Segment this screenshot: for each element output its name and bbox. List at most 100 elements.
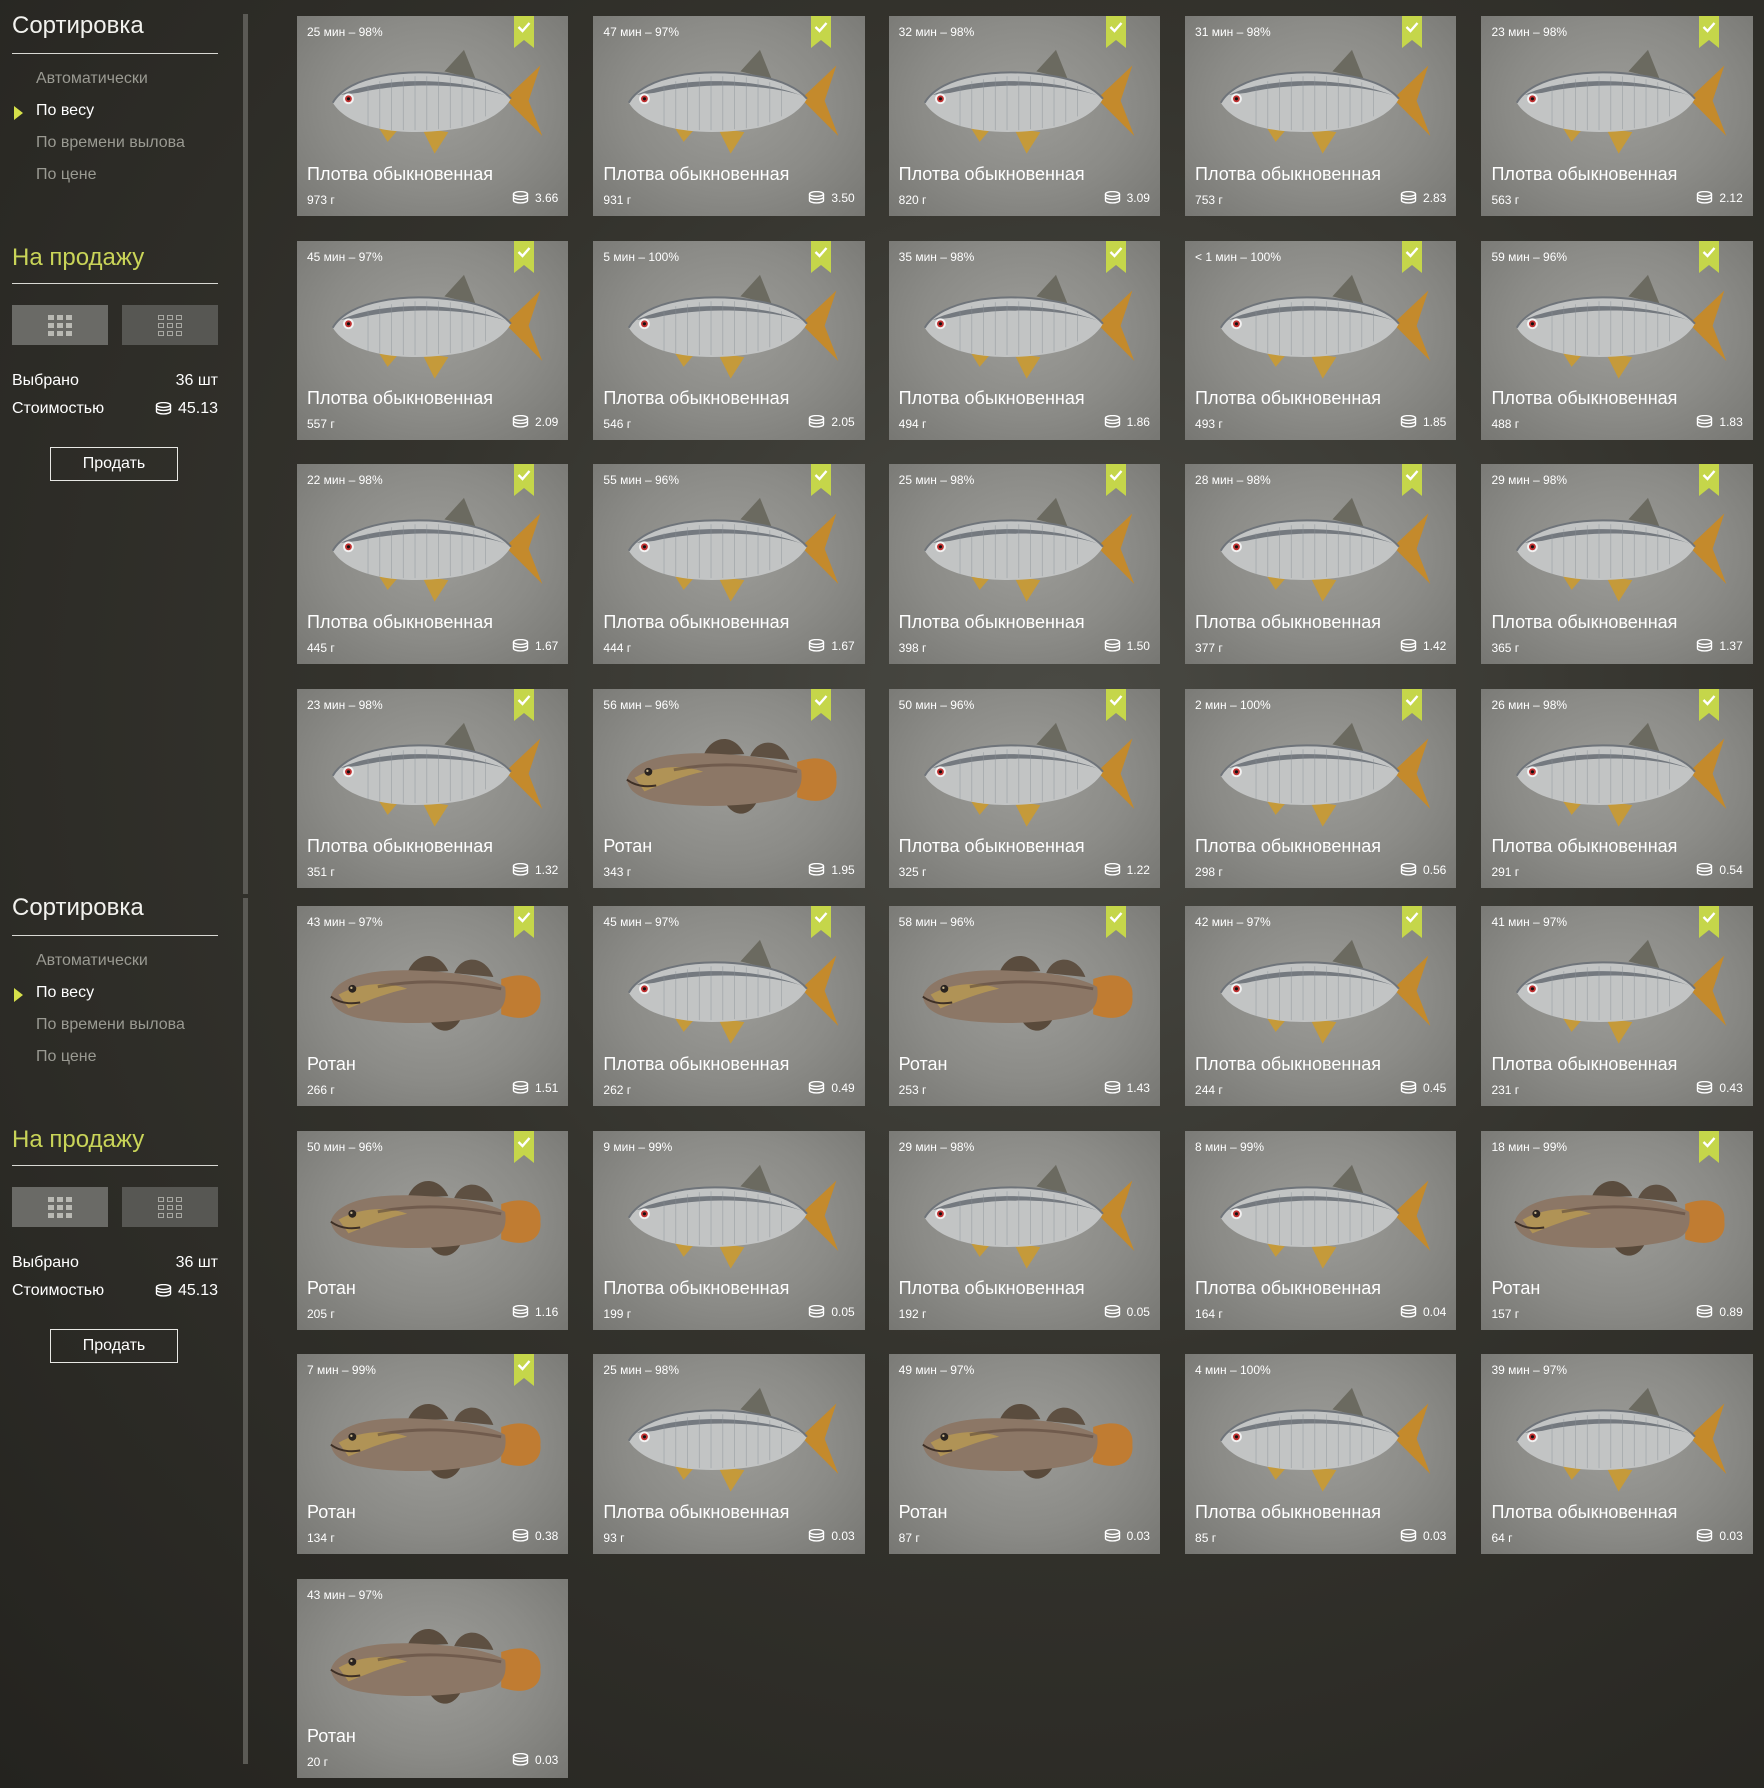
checkmark-bookmark-icon[interactable] [810, 688, 831, 721]
sort-option[interactable]: По весу [36, 102, 94, 120]
coin-stack-icon [1104, 638, 1121, 653]
grid-view-button[interactable] [12, 1187, 108, 1227]
fish-card[interactable]: 31 мин – 98% Плотва обыкновенная 753 г 2.83 [1185, 16, 1457, 216]
list-view-button[interactable] [122, 1187, 218, 1227]
fish-card[interactable]: 43 мин – 97% Ротан 266 г 1.51 [297, 906, 569, 1106]
checkmark-bookmark-icon[interactable] [1105, 688, 1126, 721]
checkmark-bookmark-icon[interactable] [1698, 688, 1719, 721]
checkmark-bookmark-icon[interactable] [810, 240, 831, 273]
fish-price: 2.12 [1696, 190, 1743, 205]
sort-option[interactable]: По весу [36, 984, 94, 1002]
checkmark-bookmark-icon[interactable] [514, 16, 535, 48]
list-view-button[interactable] [122, 305, 218, 345]
fish-card[interactable]: 29 мин – 98% Плотва обыкновенная 192 г 0.05 [888, 1130, 1160, 1331]
fish-card[interactable]: 49 мин – 97% Ротан 87 г 0.03 [888, 1354, 1160, 1554]
checkmark-bookmark-icon[interactable] [810, 464, 831, 497]
fish-card[interactable]: 4 мин – 100% Плотва обыкновенная 85 г 0.03 [1185, 1354, 1457, 1554]
checkmark-bookmark-icon[interactable] [514, 1130, 535, 1163]
fish-card[interactable]: 35 мин – 98% Плотва обыкновенная 494 г 1.86 [888, 240, 1160, 441]
checkmark-bookmark-icon[interactable] [1402, 240, 1423, 273]
checkmark-bookmark-icon[interactable] [1698, 240, 1719, 273]
fish-card[interactable]: 9 мин – 99% Плотва обыкновенная 199 г 0.05 [593, 1130, 865, 1331]
fish-name: Плотва обыкновенная [1195, 611, 1382, 632]
fish-card[interactable]: 45 мин – 97% Плотва обыкновенная 557 г 2.09 [297, 240, 569, 441]
sort-option[interactable]: По цене [36, 166, 96, 184]
checkmark-bookmark-icon[interactable] [810, 906, 831, 938]
sort-option[interactable]: Автоматически [36, 70, 148, 88]
fish-card[interactable]: 2 мин – 100% Плотва обыкновенная 298 г 0.56 [1185, 688, 1457, 889]
price-value: 2.12 [1719, 190, 1743, 205]
sell-button[interactable]: Продать [50, 1329, 178, 1363]
fish-card[interactable]: 5 мин – 100% Плотва обыкновенная 546 г 2.05 [593, 240, 865, 441]
checkmark-bookmark-icon[interactable] [1105, 16, 1126, 48]
fish-card[interactable]: 28 мин – 98% Плотва обыкновенная 377 г 1.42 [1185, 464, 1457, 664]
fish-card[interactable]: 26 мин – 98% Плотва обыкновенная 291 г 0.54 [1481, 688, 1753, 889]
fish-weight: 563 г [1491, 192, 1520, 207]
checkmark-bookmark-icon[interactable] [1698, 1130, 1719, 1163]
sort-option[interactable]: Автоматически [36, 952, 148, 970]
fish-weight: 546 г [603, 417, 632, 432]
fish-weight: 87 г [898, 1530, 920, 1545]
checkmark-bookmark-icon[interactable] [1105, 240, 1126, 273]
catch-time-freshness: 43 мин – 97% [307, 1587, 383, 1602]
sell-button[interactable]: Продать [50, 447, 178, 481]
fish-card[interactable]: 18 мин – 99% Ротан 157 г 0.89 [1481, 1130, 1753, 1331]
fish-card[interactable]: 25 мин – 98% Плотва обыкновенная 93 г 0.03 [593, 1354, 865, 1554]
fish-card[interactable]: 58 мин – 96% Ротан 253 г 1.43 [888, 906, 1160, 1106]
checkmark-bookmark-icon[interactable] [1105, 464, 1126, 497]
sort-option[interactable]: По времени вылова [36, 134, 185, 152]
checkmark-bookmark-icon[interactable] [1402, 688, 1423, 721]
fish-card[interactable]: 47 мин – 97% Плотва обыкновенная 931 г 3.50 [593, 16, 865, 216]
sort-option[interactable]: По времени вылова [36, 1016, 185, 1034]
grid-view-button[interactable] [12, 305, 108, 345]
fish-card[interactable]: 50 мин – 96% Ротан 205 г 1.16 [297, 1130, 569, 1331]
fish-card[interactable]: 50 мин – 96% Плотва обыкновенная 325 г 1.22 [888, 688, 1160, 889]
fish-price: 3.66 [512, 190, 558, 205]
fish-card[interactable]: 25 мин – 98% Плотва обыкновенная 398 г 1.50 [888, 464, 1160, 664]
checkmark-bookmark-icon[interactable] [514, 464, 535, 497]
coin-stack-icon [1104, 1305, 1121, 1319]
fish-card[interactable]: 41 мин – 97% Плотва обыкновенная 231 г 0.43 [1481, 906, 1753, 1106]
fish-card[interactable]: 42 мин – 97% Плотва обыкновенная 244 г 0.45 [1185, 906, 1457, 1106]
fish-card[interactable]: 25 мин – 98% Плотва обыкновенная 973 г 3.66 [297, 16, 569, 216]
fish-card[interactable]: 32 мин – 98% Плотва обыкновенная 820 г 3.09 [888, 16, 1160, 216]
checkmark-bookmark-icon[interactable] [1402, 906, 1423, 938]
fish-card[interactable]: 8 мин – 99% Плотва обыкновенная 164 г 0.04 [1185, 1130, 1457, 1331]
checkmark-bookmark-icon[interactable] [514, 906, 535, 938]
fish-card[interactable]: 29 мин – 98% Плотва обыкновенная 365 г 1.37 [1481, 464, 1753, 664]
checkmark-bookmark-icon[interactable] [1698, 16, 1719, 48]
fish-card[interactable]: 56 мин – 96% Ротан 343 г 1.95 [593, 688, 865, 889]
checkmark-bookmark-icon[interactable] [1402, 16, 1423, 48]
price-value: 0.03 [1423, 1528, 1447, 1543]
fish-card[interactable]: 55 мин – 96% Плотва обыкновенная 444 г 1.67 [593, 464, 865, 664]
fish-card[interactable]: < 1 мин – 100% Плотва обыкновенная 493 г 1.… [1185, 240, 1457, 441]
checkmark-bookmark-icon[interactable] [1402, 464, 1423, 497]
fish-card[interactable]: 59 мин – 96% Плотва обыкновенная 488 г 1.83 [1481, 240, 1753, 441]
checkmark-bookmark-icon[interactable] [1698, 464, 1719, 497]
list-view-icon [158, 1196, 182, 1218]
fish-card[interactable]: 23 мин – 98% Плотва обыкновенная 351 г 1.32 [297, 688, 569, 889]
fish-price: 3.09 [1104, 190, 1150, 205]
fish-card[interactable]: 23 мин – 98% Плотва обыкновенная 563 г 2.12 [1481, 16, 1753, 216]
checkmark-bookmark-icon[interactable] [1105, 906, 1126, 938]
sort-title: Сортировка [12, 894, 144, 921]
cost-value: 45.13 [177, 1282, 218, 1299]
fish-card[interactable]: 43 мин – 97% Ротан 20 г 0.03 [297, 1578, 569, 1779]
price-value: 0.03 [831, 1528, 855, 1543]
fish-price: 1.32 [512, 863, 558, 877]
price-value: 1.85 [1423, 415, 1447, 430]
checkmark-bookmark-icon[interactable] [514, 1354, 535, 1387]
fish-price: 0.45 [1400, 1080, 1446, 1095]
fish-card[interactable]: 45 мин – 97% Плотва обыкновенная 262 г 0.49 [593, 906, 865, 1106]
checkmark-bookmark-icon[interactable] [1698, 906, 1719, 938]
checkmark-bookmark-icon[interactable] [810, 16, 831, 48]
fish-card[interactable]: 22 мин – 98% Плотва обыкновенная 445 г 1.67 [297, 464, 569, 664]
coin-stack-icon [512, 415, 529, 429]
checkmark-bookmark-icon[interactable] [514, 688, 535, 721]
fish-card[interactable]: 7 мин – 99% Ротан 134 г 0.38 [297, 1354, 569, 1554]
price-value: 1.83 [1719, 415, 1743, 430]
sort-option[interactable]: По цене [36, 1048, 96, 1066]
checkmark-bookmark-icon[interactable] [514, 240, 535, 273]
fish-card[interactable]: 39 мин – 97% Плотва обыкновенная 64 г 0.03 [1481, 1354, 1753, 1554]
fish-weight: 493 г [1195, 417, 1223, 432]
